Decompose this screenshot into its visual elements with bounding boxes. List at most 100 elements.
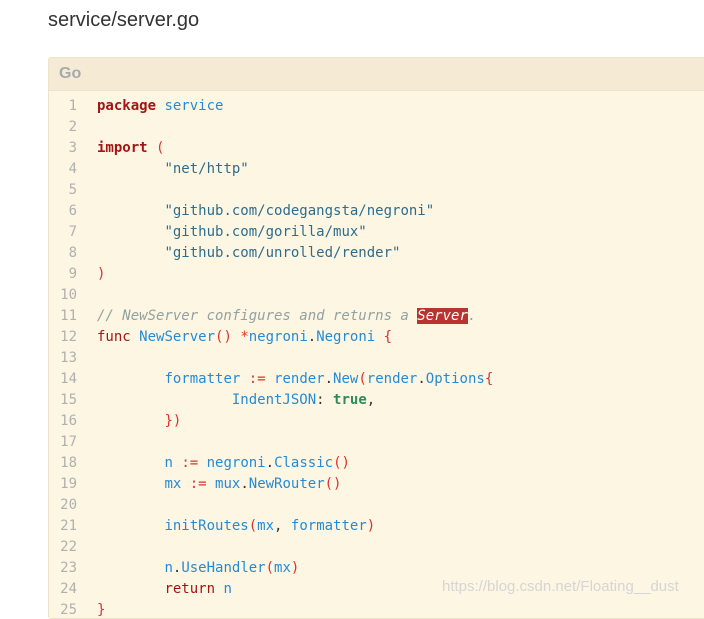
code-token: { [383, 329, 393, 345]
code-token: { [484, 371, 494, 387]
line-number: 19 [60, 476, 77, 492]
line-number: 18 [60, 455, 77, 471]
line-number: 15 [60, 392, 77, 408]
line-number: 16 [60, 413, 77, 429]
code-token: "github.com/codegangsta/negroni" [164, 203, 435, 219]
code-token: initRoutes [164, 518, 249, 534]
code-token: NewRouter [248, 476, 325, 492]
line-number: 25 [60, 602, 77, 618]
code-line: 17 [49, 432, 704, 453]
code-token: }) [164, 413, 182, 429]
code-line: 19 mx := mux.NewRouter() [49, 474, 704, 495]
code-token: mx [164, 476, 182, 492]
code-line: 11// NewServer configures and returns a … [49, 306, 704, 327]
line-number: 6 [68, 203, 77, 219]
line-number: 23 [60, 560, 77, 576]
code-line: 8 "github.com/unrolled/render" [49, 243, 704, 264]
code-token: mx [274, 560, 291, 576]
code-token: NewServer [139, 329, 216, 345]
line-number: 17 [60, 434, 77, 450]
code-token: formatter [290, 518, 367, 534]
code-token: func [97, 329, 131, 345]
code-token: n [164, 455, 173, 471]
code-token: Negroni [316, 329, 376, 345]
code-token: Options [425, 371, 485, 387]
code-token: mux [215, 476, 241, 492]
code-token: New [333, 371, 359, 387]
line-number: 7 [68, 224, 77, 240]
code-token: package [97, 98, 157, 114]
code-block: Go 1 package service 2 3 import ( 4 "net/h… [48, 57, 704, 619]
line-number: 14 [60, 371, 77, 387]
code-token: () [333, 455, 350, 471]
code-token: () [324, 476, 342, 492]
code-line: 14 formatter := render.New(render.Option… [49, 369, 704, 390]
code-line: 22 [49, 537, 704, 558]
code-token: Classic [274, 455, 334, 471]
code-comment: . [467, 308, 477, 324]
code-token: := [189, 476, 207, 492]
line-number: 12 [60, 329, 77, 345]
watermark: https://blog.csdn.net/Floating__dust [442, 578, 679, 595]
code-comment: // NewServer configures and returns a [97, 308, 418, 324]
code-token: , [366, 392, 376, 408]
code-token: ) [366, 518, 376, 534]
code-token: mx [257, 518, 275, 534]
line-number: 8 [68, 245, 77, 261]
code-token: . [265, 455, 275, 471]
file-title: service/server.go [48, 9, 200, 31]
code-token: . [307, 329, 317, 345]
code-token: n [164, 560, 173, 576]
line-number: 3 [68, 140, 77, 156]
code-token: ) [290, 560, 300, 576]
code-token: "net/http" [164, 161, 249, 177]
code-token: return [164, 581, 216, 597]
code-token: } [97, 602, 106, 618]
line-number: 20 [60, 497, 77, 513]
line-number: 10 [60, 287, 77, 303]
code-line: 6 "github.com/codegangsta/negroni" [49, 201, 704, 222]
code-token: ( [156, 140, 165, 156]
code-line: 4 "net/http" [49, 159, 704, 180]
code-line: 3 import ( [49, 138, 704, 159]
code-token: := [181, 455, 199, 471]
code-line: 21 initRoutes(mx, formatter) [49, 516, 704, 537]
code-line: 20 [49, 495, 704, 516]
code-token: ( [248, 518, 258, 534]
code-token: true [333, 392, 367, 408]
code-token: . [240, 476, 249, 492]
line-number: 13 [60, 350, 77, 366]
line-number: 5 [68, 182, 77, 198]
code-token: render [274, 371, 325, 387]
code-lines: 1 package service 2 3 import ( 4 "net/http… [49, 96, 704, 618]
code-token: negroni [248, 329, 308, 345]
code-token: ( [358, 371, 367, 387]
code-token: service [164, 98, 224, 114]
line-number: 4 [68, 161, 77, 177]
line-number: 9 [68, 266, 77, 282]
line-number: 2 [68, 119, 77, 135]
code-line: 7 "github.com/gorilla/mux" [49, 222, 704, 243]
code-token: () [215, 329, 232, 345]
line-number: 1 [68, 98, 77, 114]
language-bar: Go [49, 58, 704, 91]
code-token: "github.com/unrolled/render" [164, 245, 401, 261]
code-line: 12 func NewServer() *negroni.Negroni { [49, 327, 704, 348]
code-token: render [366, 371, 418, 387]
